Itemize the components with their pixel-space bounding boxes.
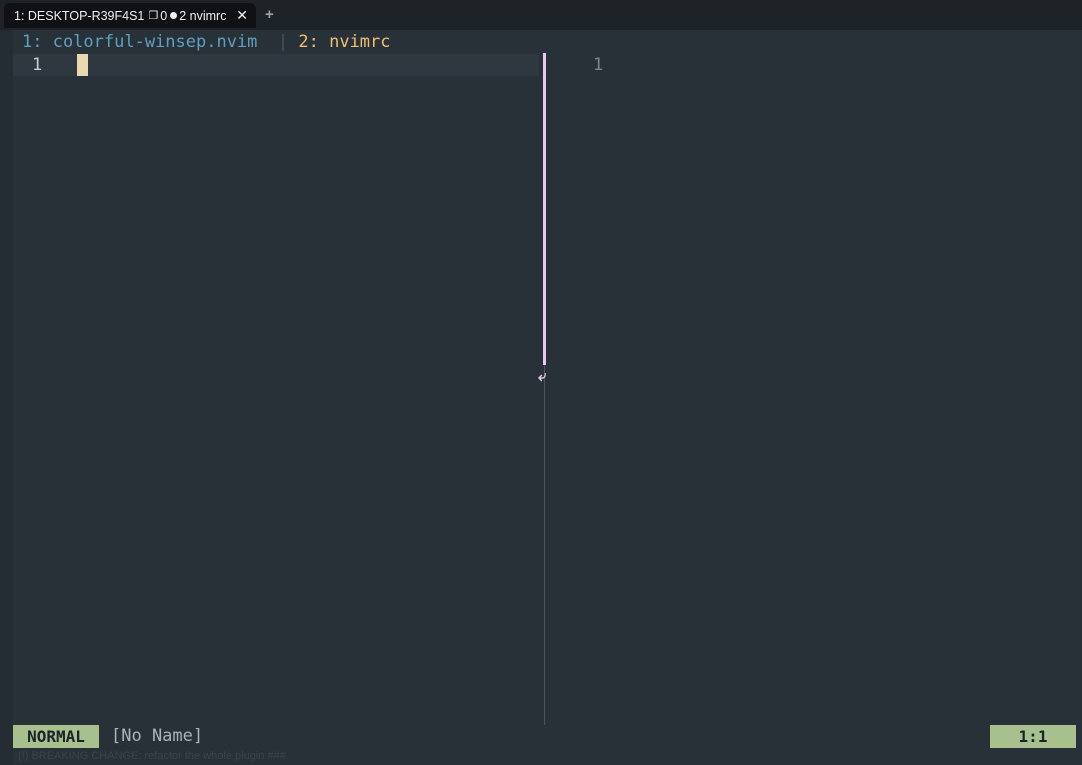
terminal-tab[interactable]: 1: DESKTOP-R39F4S1 ❐ 0 2 nvimrc ✕ xyxy=(4,3,256,28)
cursor-line-highlight xyxy=(13,54,539,76)
window-separator-highlight xyxy=(543,53,546,365)
text-cursor xyxy=(77,54,88,76)
winbar-buffer-1[interactable]: 1: colorful-winsep.nvim xyxy=(22,32,257,52)
statusline-filename: [No Name] xyxy=(111,726,204,746)
statusline: NORMAL [No Name] 1:1 xyxy=(13,725,1082,748)
winbar-separator: | xyxy=(277,32,289,52)
window-icon: ❐ xyxy=(148,10,159,22)
nvim-editor[interactable]: 1: colorful-winsep.nvim | 2: nvimrc 1 1 … xyxy=(0,30,1082,765)
left-gutter-edge xyxy=(0,30,13,765)
winbar: 1: colorful-winsep.nvim | 2: nvimrc xyxy=(22,31,391,53)
terminal-tab-bar: 1: DESKTOP-R39F4S1 ❐ 0 2 nvimrc ✕ + xyxy=(0,0,1082,30)
tab-title: 1: DESKTOP-R39F4S1 xyxy=(14,8,145,23)
close-tab-icon[interactable]: ✕ xyxy=(236,7,248,24)
mode-indicator: NORMAL xyxy=(13,725,99,748)
tab-label: 2 nvimrc xyxy=(179,8,227,23)
tab-window-count: 0 xyxy=(160,8,168,23)
cursor-position: 1:1 xyxy=(990,725,1076,748)
right-window-line-number: 1 xyxy=(593,55,604,75)
winbar-buffer-2[interactable]: 2: nvimrc xyxy=(298,32,390,52)
activity-dot-icon xyxy=(170,12,178,19)
left-window-line-number: 1 xyxy=(32,55,43,75)
separator-arrow-icon: ⤶ xyxy=(538,367,547,385)
new-tab-button[interactable]: + xyxy=(265,6,274,23)
command-line-message: (!) BREAKING CHANGE: refactor the whole … xyxy=(18,750,286,762)
